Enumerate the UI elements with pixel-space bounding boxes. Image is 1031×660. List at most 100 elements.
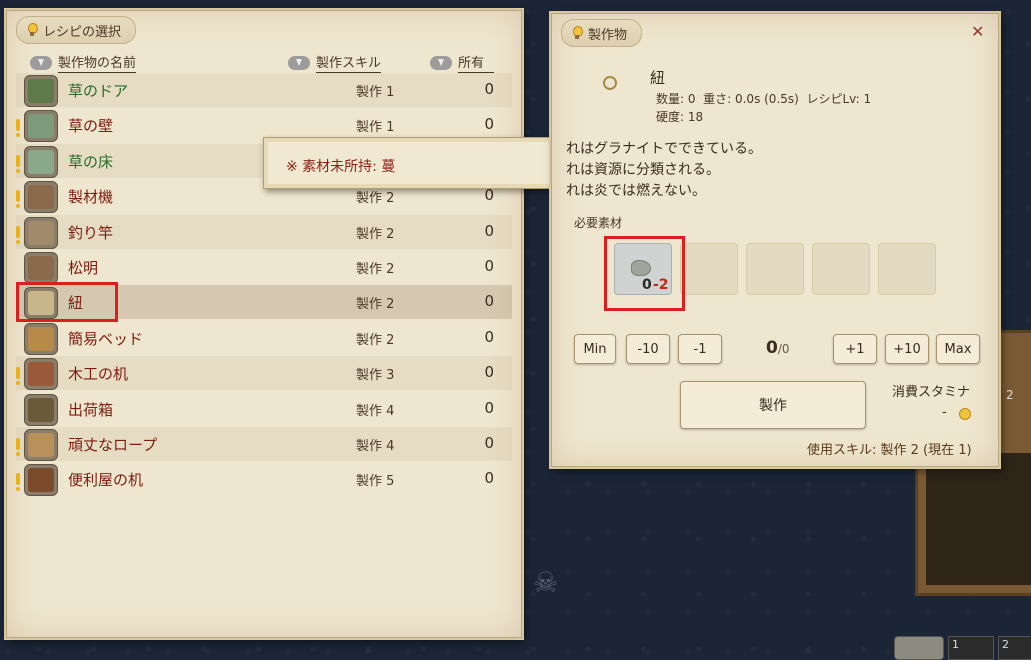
recipe-row[interactable]: 出荷箱 製作 4 0	[16, 392, 512, 426]
recipe-row[interactable]: 木工の机 製作 3 0	[16, 356, 512, 390]
recipe-name: 草のドア	[68, 82, 129, 100]
recipe-skill: 製作 5	[356, 474, 395, 489]
recipe-row[interactable]: 釣り竿 製作 2 0	[16, 215, 512, 249]
recipe-row[interactable]: 便利屋の机 製作 5 0	[16, 462, 512, 496]
max-button[interactable]: Max	[936, 334, 980, 364]
warning-icon	[16, 473, 20, 491]
recipe-owned: 0	[484, 222, 494, 240]
recipe-item-icon	[24, 252, 58, 284]
recipe-item-icon	[24, 217, 58, 249]
recipe-name: 松明	[68, 259, 99, 277]
recipe-panel-header: レシピの選択	[16, 16, 137, 44]
stamina-label: 消費スタミナ	[892, 385, 971, 400]
side-number: 2	[1006, 388, 1014, 402]
recipe-row[interactable]: 簡易ベッド 製作 2 0	[16, 321, 512, 355]
recipe-skill: 製作 2	[356, 262, 395, 277]
recipe-owned: 0	[484, 434, 494, 452]
craft-panel-title: 製作物	[588, 27, 628, 43]
recipe-item-icon	[24, 323, 58, 355]
column-header-owned[interactable]: 所有	[430, 52, 495, 73]
missing-material-tooltip: ※ 素材未所持: 蔓	[263, 137, 583, 189]
item-hardness: 硬度: 18	[656, 110, 704, 124]
recipe-row[interactable]: 草のドア 製作 1 0	[16, 73, 512, 107]
recipe-owned: 0	[484, 292, 494, 310]
recipe-owned: 0	[484, 469, 494, 487]
sort-icon[interactable]	[288, 55, 310, 70]
recipe-item-icon	[24, 358, 58, 390]
recipe-name: 簡易ベッド	[68, 330, 144, 348]
craft-panel-header: 製作物	[561, 19, 643, 47]
min-button[interactable]: Min	[574, 334, 616, 364]
recipe-name: 木工の机	[68, 365, 129, 383]
quantity-value: 0	[766, 338, 778, 358]
recipe-owned: 0	[484, 115, 494, 133]
material-highlight	[604, 236, 685, 311]
sort-icon[interactable]	[30, 55, 52, 70]
column-header-skill[interactable]: 製作スキル	[288, 52, 382, 73]
material-slot-3	[746, 243, 804, 295]
quantity-display: 0/0	[766, 338, 790, 358]
item-name: 紐	[650, 69, 666, 87]
minus10-button[interactable]: -10	[626, 334, 670, 364]
recipe-name: 草の床	[68, 153, 114, 171]
hotbar: 1 2	[860, 634, 1031, 660]
skill-line: 使用スキル: 製作 2 (現在 1)	[807, 443, 972, 458]
lightbulb-icon	[27, 23, 38, 37]
recipe-item-icon	[24, 110, 58, 142]
craft-button[interactable]: 製作	[680, 381, 866, 429]
recipe-owned: 0	[484, 80, 494, 98]
recipe-name: 出荷箱	[68, 401, 114, 419]
recipe-row[interactable]: 松明 製作 2 0	[16, 250, 512, 284]
warning-icon	[16, 155, 20, 173]
close-icon[interactable]: ✕	[971, 22, 984, 41]
column-header-name[interactable]: 製作物の名前	[30, 52, 137, 73]
recipe-skill: 製作 2	[356, 297, 395, 312]
recipe-item-icon	[24, 181, 58, 213]
hotbar-slot-2-number: 2	[1002, 638, 1009, 651]
hotbar-slot-1-number: 1	[952, 638, 959, 651]
recipe-item-icon	[24, 146, 58, 178]
recipe-skill: 製作 1	[356, 120, 395, 135]
lightbulb-icon	[572, 26, 583, 40]
material-slot-5	[878, 243, 936, 295]
item-desc-2: れは資源に分類される。	[566, 162, 720, 178]
recipe-name: 釣り竿	[68, 224, 114, 242]
selected-recipe-highlight	[16, 282, 118, 322]
plus1-button[interactable]: +1	[833, 334, 877, 364]
stamina-value: -	[942, 405, 947, 420]
warning-icon	[16, 226, 20, 244]
recipe-row[interactable]: 頑丈なロープ 製作 4 0	[16, 427, 512, 461]
sort-icon[interactable]	[430, 55, 452, 70]
hotbar-slot-2[interactable]: 2	[998, 636, 1031, 660]
recipe-skill: 製作 2	[356, 333, 395, 348]
recipe-skill: 製作 4	[356, 439, 395, 454]
material-slot-4	[812, 243, 870, 295]
stamina-icon	[959, 408, 971, 420]
recipe-skill: 製作 3	[356, 368, 395, 383]
hotbar-slot-1[interactable]: 1	[948, 636, 994, 660]
recipe-name: 頑丈なロープ	[68, 436, 158, 454]
item-icon	[602, 72, 617, 90]
tooltip-text: ※ 素材未所持: 蔓	[286, 159, 396, 175]
warning-icon	[16, 438, 20, 456]
item-desc-3: れは炎では燃えない。	[566, 183, 706, 199]
warning-icon	[16, 190, 20, 208]
item-desc-1: れはグラナイトでできている。	[566, 141, 762, 157]
recipe-name: 便利屋の机	[68, 471, 144, 489]
recipe-item-icon	[24, 394, 58, 426]
warning-icon	[16, 119, 20, 137]
item-stats: 数量: 0 重さ: 0.0s (0.5s) レシピLv: 1	[656, 92, 872, 106]
hotbar-slot-0[interactable]	[894, 636, 944, 660]
minus1-button[interactable]: -1	[678, 334, 722, 364]
plus10-button[interactable]: +10	[885, 334, 929, 364]
recipe-item-icon	[24, 75, 58, 107]
recipe-skill: 製作 2	[356, 227, 395, 242]
warning-icon	[16, 367, 20, 385]
recipe-owned: 0	[484, 399, 494, 417]
recipe-item-icon	[24, 429, 58, 461]
recipe-skill: 製作 2	[356, 191, 395, 206]
recipe-owned: 0	[484, 257, 494, 275]
recipe-owned: 0	[484, 363, 494, 381]
recipe-name: 製材機	[68, 188, 114, 206]
materials-label: 必要素材	[574, 216, 623, 230]
